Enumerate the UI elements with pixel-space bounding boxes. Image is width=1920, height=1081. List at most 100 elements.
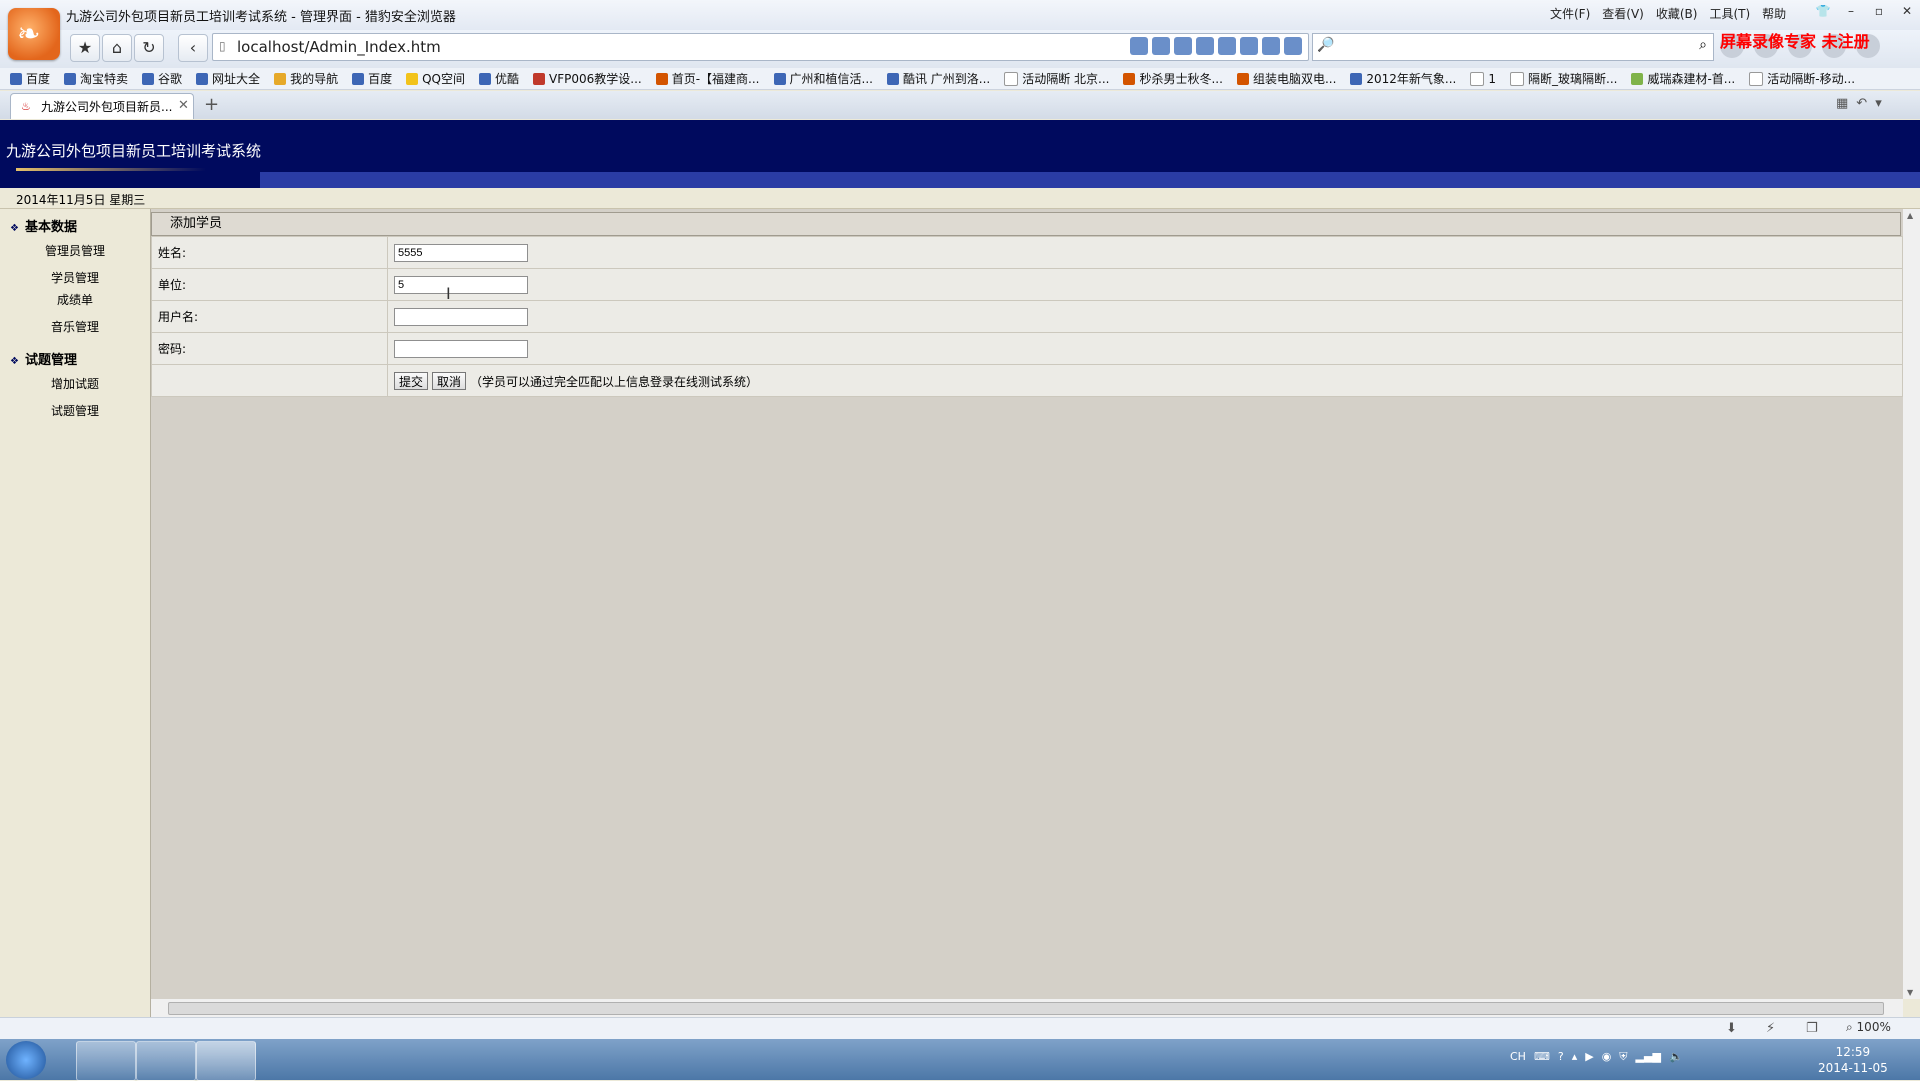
menu-help[interactable]: 帮助 bbox=[1762, 5, 1786, 22]
taskbar-app-explorer-icon[interactable] bbox=[136, 1041, 196, 1081]
favorite-star-icon[interactable]: ★ bbox=[70, 34, 100, 62]
search-engine-icon[interactable]: 🔎 bbox=[1317, 37, 1334, 53]
username-input[interactable] bbox=[394, 307, 528, 326]
undo-close-icon[interactable]: ↶ bbox=[1856, 96, 1867, 111]
bookmark-item[interactable]: 隔断_玻璃隔断... bbox=[1510, 68, 1617, 89]
bookmark-item[interactable]: 活动隔断-移动... bbox=[1749, 68, 1855, 89]
sidebar-item-music-manage[interactable]: 音乐管理 bbox=[0, 318, 150, 335]
extension-icon[interactable] bbox=[1262, 37, 1280, 55]
bookmark-item[interactable]: 优酷 bbox=[479, 68, 519, 89]
name-label: 姓名: bbox=[151, 236, 388, 269]
speed-icon[interactable]: ⚡ bbox=[1766, 1021, 1775, 1036]
vertical-scrollbar[interactable]: ▲ ▼ bbox=[1903, 209, 1920, 999]
address-bar[interactable]: ▯ localhost/Admin_Index.htm bbox=[212, 33, 1309, 61]
tab-title: 九游公司外包项目新员... bbox=[41, 100, 173, 114]
form-row-password: 密码: bbox=[151, 332, 1903, 365]
extension-icon[interactable] bbox=[1240, 37, 1258, 55]
bookmark-item[interactable]: 百度 bbox=[10, 68, 50, 89]
bookmark-item[interactable]: 我的导航 bbox=[274, 68, 338, 89]
extension-icon[interactable] bbox=[1196, 37, 1214, 55]
bookmark-item[interactable]: 活动隔断 北京... bbox=[1004, 68, 1109, 89]
download-arrow-icon[interactable]: ⬇ bbox=[1726, 1021, 1737, 1036]
unit-input[interactable] bbox=[394, 275, 528, 294]
input-language[interactable]: CH bbox=[1510, 1050, 1526, 1064]
search-icon[interactable]: ⌕ bbox=[1699, 37, 1707, 53]
bookmark-item[interactable]: 首页-【福建商... bbox=[655, 68, 760, 89]
bookmark-item[interactable]: 谷歌 bbox=[142, 68, 182, 89]
menu-favorites[interactable]: 收藏(B) bbox=[1656, 5, 1698, 22]
zoom-level[interactable]: ⌕ 100% bbox=[1846, 1020, 1891, 1035]
skin-icon[interactable]: 👕 bbox=[1810, 2, 1836, 20]
volume-icon[interactable]: 🔈 bbox=[1669, 1050, 1683, 1064]
chevron-down-icon[interactable]: ▾ bbox=[1875, 96, 1882, 111]
form-hint: （学员可以通过完全匹配以上信息登录在线测试系统） bbox=[470, 374, 759, 389]
play-icon[interactable]: ▶ bbox=[1585, 1050, 1593, 1064]
bookmark-item[interactable]: 秒杀男士秋冬... bbox=[1123, 68, 1223, 89]
scroll-up-icon[interactable]: ▲ bbox=[1907, 211, 1913, 220]
sidebar-item-question-manage[interactable]: 试题管理 bbox=[0, 402, 150, 419]
home-icon[interactable]: ⌂ bbox=[102, 34, 132, 62]
bookmark-item[interactable]: 组装电脑双电... bbox=[1236, 68, 1336, 89]
help-icon[interactable]: ? bbox=[1558, 1050, 1564, 1064]
tab-admin-index[interactable]: ♨ 九游公司外包项目新员... bbox=[10, 93, 194, 119]
tray-expand-icon[interactable]: ▴ bbox=[1572, 1050, 1578, 1064]
extension-icon[interactable] bbox=[1174, 37, 1192, 55]
taskbar-app-sync-icon[interactable] bbox=[76, 1041, 136, 1081]
submit-button[interactable]: 提交 bbox=[394, 371, 429, 390]
qq-icon[interactable]: ◉ bbox=[1602, 1050, 1612, 1064]
bookmark-item[interactable]: 百度 bbox=[352, 68, 392, 89]
start-button[interactable] bbox=[6, 1041, 46, 1079]
browser-logo-icon[interactable]: ❧ bbox=[8, 8, 60, 60]
bookmark-item[interactable]: 威瑞森建材-首... bbox=[1631, 68, 1735, 89]
tab-close-icon[interactable]: ✕ bbox=[178, 98, 189, 113]
recorder-watermark: 屏幕录像专家 未注册 bbox=[1720, 32, 1870, 51]
address-url[interactable]: localhost/Admin_Index.htm bbox=[237, 38, 441, 56]
header-underline bbox=[16, 168, 206, 171]
cancel-button[interactable]: 取消 bbox=[432, 371, 467, 390]
password-input[interactable] bbox=[394, 339, 528, 358]
extension-icon[interactable] bbox=[1130, 37, 1148, 55]
add-student-form: 姓名: 单位: 用户名: 密码: 提交取消（学员可以通过完全匹配以上信息登录在线… bbox=[151, 236, 1903, 397]
sidebar-item-student-manage[interactable]: 学员管理 bbox=[0, 269, 150, 286]
search-input[interactable]: 🔎 ⌕ bbox=[1312, 33, 1714, 61]
sidebar-group-basic-data[interactable]: 基本数据 bbox=[10, 216, 77, 235]
site-header bbox=[0, 120, 1920, 188]
current-date: 2014年11月5日 星期三 bbox=[16, 193, 146, 207]
sidebar-item-admin-manage[interactable]: 管理员管理 bbox=[0, 242, 150, 259]
back-icon[interactable]: ‹ bbox=[178, 34, 208, 62]
sidebar-group-question-manage[interactable]: 试题管理 bbox=[10, 349, 77, 368]
horizontal-scroll-thumb[interactable] bbox=[168, 1002, 1884, 1015]
bookmark-item[interactable]: 2012年新气象... bbox=[1350, 68, 1456, 89]
minimize-button[interactable]: – bbox=[1838, 2, 1864, 20]
new-tab-button[interactable]: + bbox=[204, 94, 219, 115]
bookmark-item[interactable]: QQ空间 bbox=[406, 68, 465, 89]
close-window-button[interactable]: ✕ bbox=[1894, 2, 1920, 20]
sidebar-item-score-sheet[interactable]: 成绩单 bbox=[0, 291, 150, 308]
name-input[interactable] bbox=[394, 243, 528, 262]
menu-tools[interactable]: 工具(T) bbox=[1709, 5, 1750, 22]
refresh-icon[interactable]: ↻ bbox=[134, 34, 164, 62]
taskbar-clock[interactable]: 12:59 2014-11-05 bbox=[1818, 1044, 1888, 1076]
username-label: 用户名: bbox=[151, 300, 388, 333]
maximize-button[interactable]: ▫ bbox=[1866, 2, 1892, 20]
bookmark-item[interactable]: 网址大全 bbox=[196, 68, 260, 89]
menu-file[interactable]: 文件(F) bbox=[1550, 5, 1590, 22]
bookmark-item[interactable]: VFP006教学设... bbox=[533, 68, 642, 89]
window-restore-icon[interactable]: ❐ bbox=[1806, 1021, 1818, 1036]
taskbar-app-browser-icon[interactable] bbox=[196, 1041, 256, 1081]
extension-icon[interactable] bbox=[1284, 37, 1302, 55]
extension-icon[interactable] bbox=[1218, 37, 1236, 55]
tab-strip bbox=[0, 91, 1920, 119]
sidebar-item-add-question[interactable]: 增加试题 bbox=[0, 375, 150, 392]
shield-icon[interactable]: ⛨ bbox=[1619, 1050, 1627, 1064]
network-icon[interactable]: ▂▄▆ bbox=[1636, 1050, 1661, 1064]
menu-view[interactable]: 查看(V) bbox=[1602, 5, 1644, 22]
keyboard-icon[interactable]: ⌨ bbox=[1534, 1050, 1550, 1064]
extension-icon[interactable] bbox=[1152, 37, 1170, 55]
scroll-down-icon[interactable]: ▼ bbox=[1907, 988, 1913, 997]
bookmark-item[interactable]: 淘宝特卖 bbox=[64, 68, 128, 89]
tab-grid-icon[interactable]: ▦ bbox=[1836, 96, 1848, 111]
bookmark-item[interactable]: 1 bbox=[1470, 68, 1496, 89]
bookmark-item[interactable]: 广州和植信活... bbox=[773, 68, 873, 89]
bookmark-item[interactable]: 酷讯 广州到洛... bbox=[886, 68, 990, 89]
